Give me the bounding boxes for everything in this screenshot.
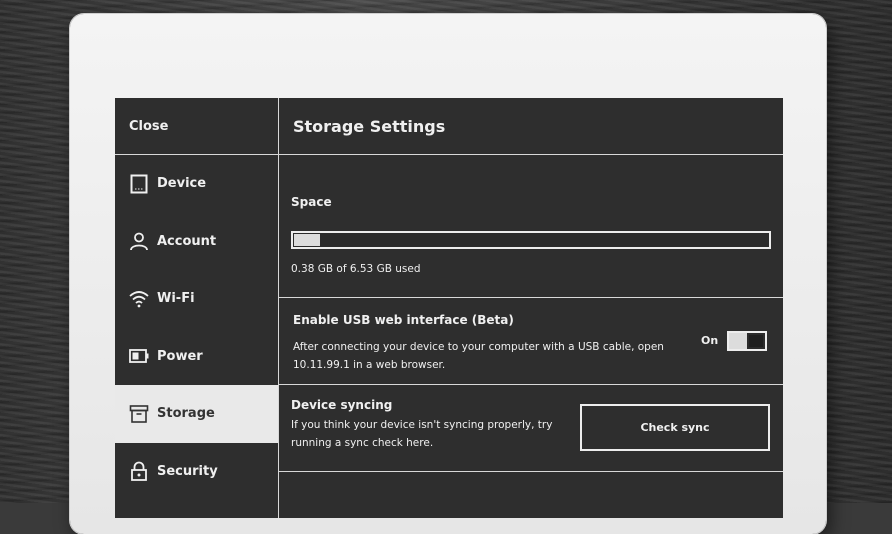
sidebar-item-account[interactable]: Account: [115, 213, 278, 271]
usb-toggle-state-label: On: [701, 334, 719, 347]
sidebar-item-storage[interactable]: Storage: [115, 385, 278, 443]
space-label: Space: [291, 195, 332, 209]
sidebar-item-wifi[interactable]: Wi-Fi: [115, 270, 278, 328]
device-syncing-section: Device syncing If you think your device …: [279, 385, 783, 472]
usb-heading: Enable USB web interface (Beta): [293, 313, 514, 327]
toggle-knob: [749, 335, 763, 347]
sidebar-item-label: Account: [157, 233, 217, 249]
account-icon: [129, 231, 149, 251]
sync-heading: Device syncing: [291, 398, 393, 412]
settings-main-panel: Storage Settings Space 0.38 GB of 6.53 G…: [279, 98, 783, 518]
usb-web-interface-toggle[interactable]: [727, 331, 767, 351]
sidebar-item-label: Storage: [157, 406, 215, 422]
space-section: Space 0.38 GB of 6.53 GB used: [279, 155, 783, 298]
page-title: Storage Settings: [293, 116, 446, 136]
wifi-icon: [129, 289, 149, 309]
sidebar-item-label: Wi-Fi: [157, 291, 195, 307]
settings-sidebar: Close Device Account Wi-Fi Power Storage…: [115, 98, 279, 518]
lock-icon: [129, 461, 149, 482]
sync-description: If you think your device isn't syncing p…: [291, 419, 553, 449]
battery-icon: [129, 346, 149, 366]
sidebar-item-label: Power: [157, 348, 203, 364]
sidebar-item-power[interactable]: Power: [115, 328, 278, 386]
check-sync-label: Check sync: [640, 421, 710, 434]
storage-usage-fill: [294, 234, 320, 246]
sidebar-item-device[interactable]: Device: [115, 155, 278, 213]
usb-web-interface-section: Enable USB web interface (Beta) After co…: [279, 298, 783, 385]
device-icon: [129, 174, 149, 194]
usb-description: After connecting your device to your com…: [293, 341, 664, 371]
settings-screen: Close Device Account Wi-Fi Power Storage…: [115, 98, 783, 518]
page-title-bar: Storage Settings: [279, 98, 783, 155]
sidebar-item-label: Device: [157, 176, 207, 192]
close-label: Close: [129, 118, 169, 134]
sidebar-item-label: Security: [157, 463, 218, 479]
sidebar-item-security[interactable]: Security: [115, 443, 278, 501]
storage-icon: [129, 404, 149, 424]
storage-usage-bar: [291, 231, 771, 249]
check-sync-button[interactable]: Check sync: [580, 404, 770, 451]
storage-used-text: 0.38 GB of 6.53 GB used: [291, 263, 421, 275]
toggle-track-on: [729, 333, 747, 349]
close-button[interactable]: Close: [115, 98, 278, 155]
